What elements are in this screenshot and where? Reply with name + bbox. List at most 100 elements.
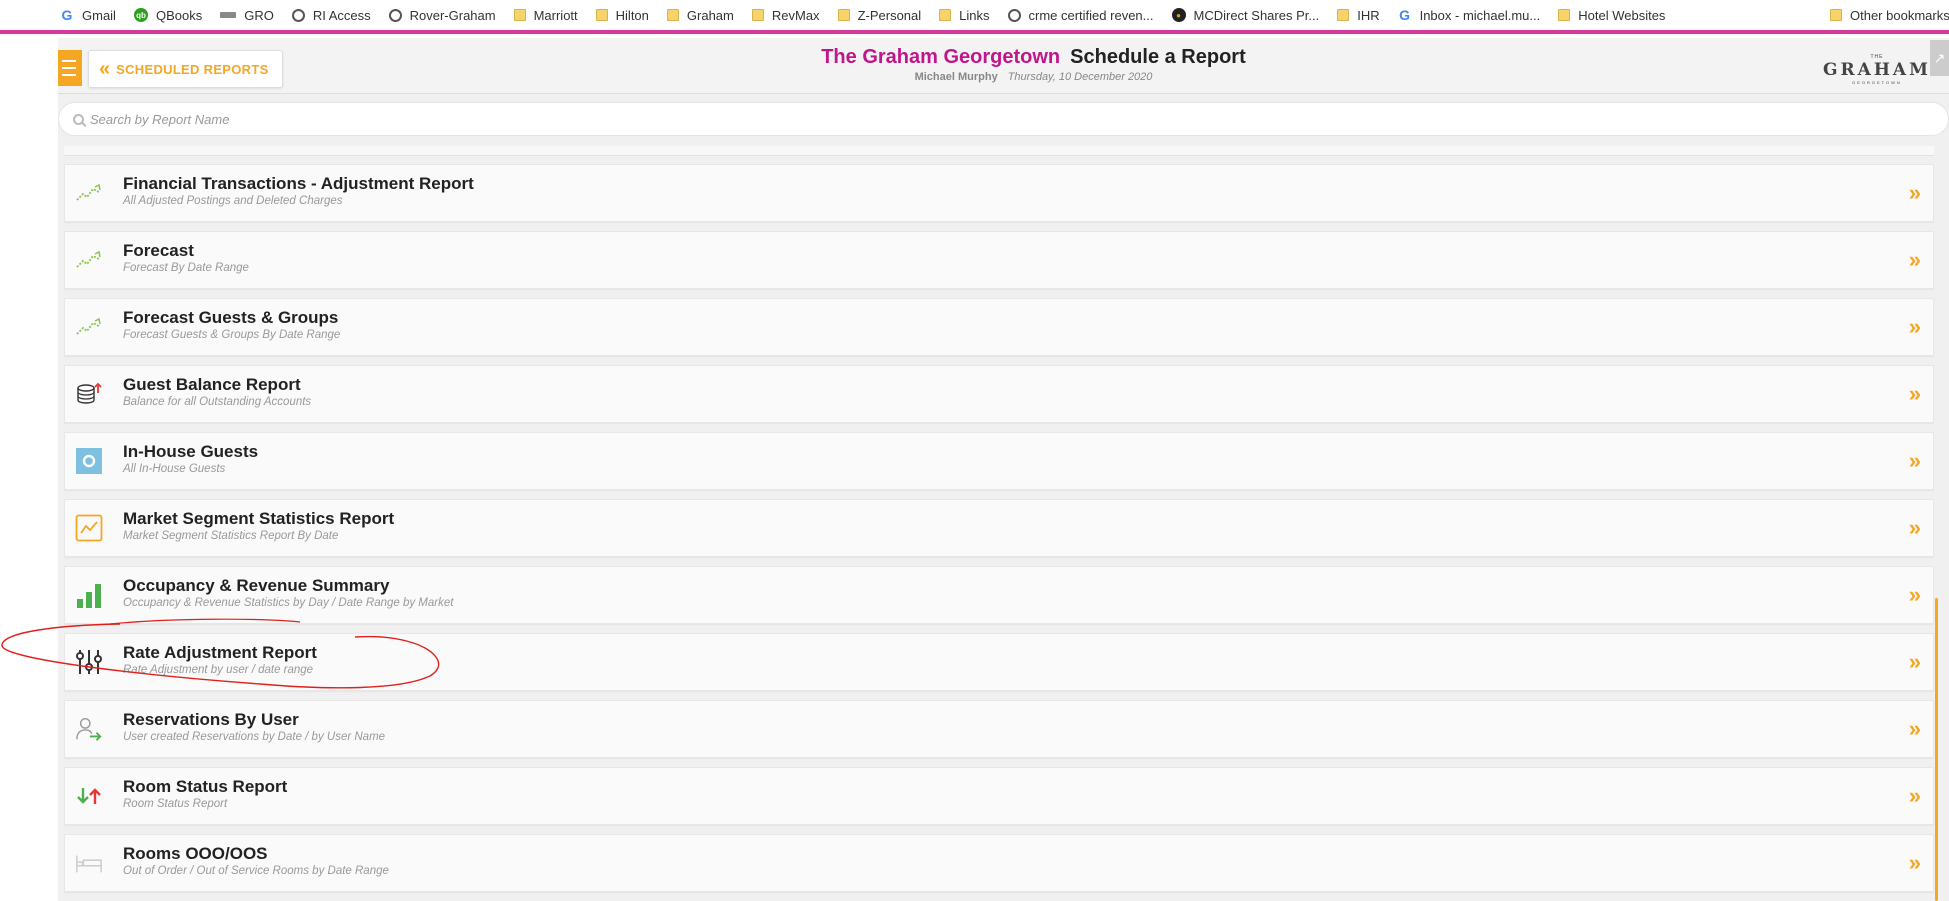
report-subtitle: Forecast Guests & Groups By Date Range bbox=[123, 329, 341, 341]
report-title: In-House Guests bbox=[123, 442, 259, 461]
double-chevron-right-icon[interactable]: » bbox=[1909, 314, 1921, 340]
double-chevron-right-icon[interactable]: » bbox=[1909, 180, 1921, 206]
bookmark-hotel-websites[interactable]: Hotel Websites bbox=[1558, 8, 1665, 23]
report-title: Rate Adjustment Report bbox=[123, 643, 317, 662]
report-subtitle: Out of Order / Out of Service Rooms by D… bbox=[123, 865, 389, 877]
report-title: Financial Transactions - Adjustment Repo… bbox=[123, 174, 474, 193]
user-name: Michael Murphy bbox=[914, 71, 998, 83]
list-item[interactable]: Reservations By User User created Reserv… bbox=[64, 700, 1934, 758]
report-subtitle: All In-House Guests bbox=[123, 463, 226, 475]
double-chevron-right-icon[interactable]: » bbox=[1909, 448, 1921, 474]
page-title: The Graham Georgetown Schedule a Report bbox=[58, 46, 1949, 69]
list-item[interactable]: Room Status Report Room Status Report » bbox=[64, 767, 1934, 825]
search-icon bbox=[73, 113, 84, 125]
bookmark-marriott[interactable]: Marriott bbox=[513, 8, 578, 23]
double-chevron-right-icon[interactable]: » bbox=[1909, 582, 1921, 608]
expand-button[interactable]: ↗ bbox=[1930, 40, 1949, 76]
trend-up-icon bbox=[75, 246, 103, 274]
report-subtitle: Occupancy & Revenue Statistics by Day / … bbox=[123, 597, 454, 609]
list-item[interactable]: Forecast Forecast By Date Range » bbox=[64, 231, 1934, 289]
list-item[interactable]: Occupancy & Revenue Summary Occupancy & … bbox=[64, 566, 1934, 624]
page-subtitle: Michael Murphy Thursday, 10 December 2020 bbox=[58, 71, 1949, 83]
list-item[interactable]: Forecast Guests & Groups Forecast Guests… bbox=[64, 298, 1934, 356]
bookmarks-bar: G Gmail qb QBooks GRO RI Access Rover-Grah… bbox=[0, 0, 1949, 34]
current-date: Thursday, 10 December 2020 bbox=[1007, 71, 1153, 83]
folder-icon bbox=[595, 9, 608, 21]
bookmark-graham[interactable]: Graham bbox=[666, 8, 734, 23]
folder-icon bbox=[751, 9, 764, 21]
list-item-partial bbox=[64, 146, 1934, 156]
bed-icon bbox=[75, 849, 103, 877]
hotel-name: The Graham Georgetown bbox=[821, 46, 1061, 68]
report-title: Guest Balance Report bbox=[123, 375, 301, 394]
bookmark-rover-graham[interactable]: Rover-Graham bbox=[388, 8, 496, 23]
page-title-block: The Graham Georgetown Schedule a Report M… bbox=[58, 46, 1949, 83]
report-title: Forecast bbox=[123, 241, 194, 260]
trend-up-icon bbox=[75, 313, 103, 341]
list-item[interactable]: Financial Transactions - Adjustment Repo… bbox=[64, 164, 1934, 222]
double-chevron-right-icon[interactable]: » bbox=[1909, 515, 1921, 541]
double-chevron-right-icon[interactable]: » bbox=[1909, 381, 1921, 407]
trend-up-icon bbox=[75, 179, 103, 207]
double-chevron-right-icon[interactable]: » bbox=[1909, 649, 1921, 675]
report-subtitle: Balance for all Outstanding Accounts bbox=[123, 396, 312, 408]
double-chevron-right-icon[interactable]: » bbox=[1909, 783, 1921, 809]
folder-icon bbox=[939, 9, 952, 21]
bookmark-hilton[interactable]: Hilton bbox=[595, 8, 649, 23]
search-input[interactable] bbox=[90, 111, 690, 127]
list-item[interactable]: Market Segment Statistics Report Market … bbox=[64, 499, 1934, 557]
report-title: Forecast Guests & Groups bbox=[123, 308, 339, 327]
double-chevron-right-icon[interactable]: » bbox=[1909, 850, 1921, 876]
report-subtitle: User created Reservations by Date / by U… bbox=[123, 731, 386, 743]
search-bar bbox=[58, 102, 1949, 136]
qb-icon: qb bbox=[133, 8, 148, 22]
report-list: Financial Transactions - Adjustment Repo… bbox=[64, 146, 1934, 901]
bookmark-crme[interactable]: crme certified reven... bbox=[1007, 8, 1154, 23]
hotel-logo: THE GRAHAM GEORGETOWN bbox=[1823, 54, 1931, 85]
bookmark-other[interactable]: Other bookmarks bbox=[1830, 8, 1949, 23]
bar-chart-icon bbox=[75, 581, 103, 609]
bookmark-links[interactable]: Links bbox=[939, 8, 990, 23]
bookmark-ri-access[interactable]: RI Access bbox=[291, 8, 371, 23]
google-icon: G bbox=[61, 7, 73, 23]
list-item[interactable]: In-House Guests All In-House Guests » bbox=[64, 432, 1934, 490]
bookmark-gro[interactable]: GRO bbox=[220, 8, 274, 23]
report-title: Market Segment Statistics Report bbox=[123, 509, 395, 528]
globe-icon bbox=[1007, 8, 1021, 22]
bookmark-z-personal[interactable]: Z-Personal bbox=[837, 8, 921, 23]
report-subtitle: Market Segment Statistics Report By Date bbox=[123, 530, 339, 542]
globe-icon bbox=[388, 8, 402, 22]
list-item[interactable]: Guest Balance Report Balance for all Out… bbox=[64, 365, 1934, 423]
report-title: Rooms OOO/OOS bbox=[123, 844, 268, 863]
folder-icon bbox=[1558, 9, 1571, 21]
bookmark-gmail[interactable]: G Gmail bbox=[60, 7, 116, 23]
bookmark-qbooks[interactable]: qb QBooks bbox=[133, 8, 202, 23]
arrow-icon: ↗ bbox=[1933, 50, 1946, 66]
globe-icon bbox=[291, 8, 305, 22]
user-arrow-icon bbox=[75, 715, 103, 743]
up-down-arrows-icon bbox=[75, 782, 103, 810]
bookmark-mcdirect[interactable]: ● MCDirect Shares Pr... bbox=[1171, 8, 1319, 23]
bookmark-inbox[interactable]: G Inbox - michael.mu... bbox=[1398, 7, 1540, 23]
report-title: Reservations By User bbox=[123, 710, 299, 729]
list-item[interactable]: Rate Adjustment Report Rate Adjustment b… bbox=[64, 633, 1934, 691]
report-subtitle: Rate Adjustment by user / date range bbox=[123, 664, 314, 676]
gro-icon bbox=[220, 12, 237, 18]
coins-icon bbox=[75, 380, 103, 408]
folder-icon bbox=[1337, 9, 1350, 21]
report-title: Occupancy & Revenue Summary bbox=[123, 576, 390, 595]
list-item[interactable]: Rooms OOO/OOS Out of Order / Out of Serv… bbox=[64, 834, 1934, 892]
double-chevron-right-icon[interactable]: » bbox=[1909, 247, 1921, 273]
report-subtitle: Room Status Report bbox=[123, 798, 228, 810]
double-chevron-right-icon[interactable]: » bbox=[1909, 716, 1921, 742]
page-heading: Schedule a Report bbox=[1070, 46, 1246, 68]
bookmark-ihr[interactable]: IHR bbox=[1337, 8, 1380, 23]
app-header: « SCHEDULED REPORTS The Graham Georgetow… bbox=[58, 38, 1949, 94]
report-subtitle: All Adjusted Postings and Deleted Charge… bbox=[123, 195, 343, 207]
report-subtitle: Forecast By Date Range bbox=[123, 262, 249, 274]
scrollbar-thumb[interactable] bbox=[1935, 598, 1938, 901]
bookmark-revmax[interactable]: RevMax bbox=[751, 8, 820, 23]
report-title: Room Status Report bbox=[123, 777, 288, 796]
in-house-icon bbox=[75, 447, 103, 475]
mc-icon: ● bbox=[1171, 8, 1186, 22]
